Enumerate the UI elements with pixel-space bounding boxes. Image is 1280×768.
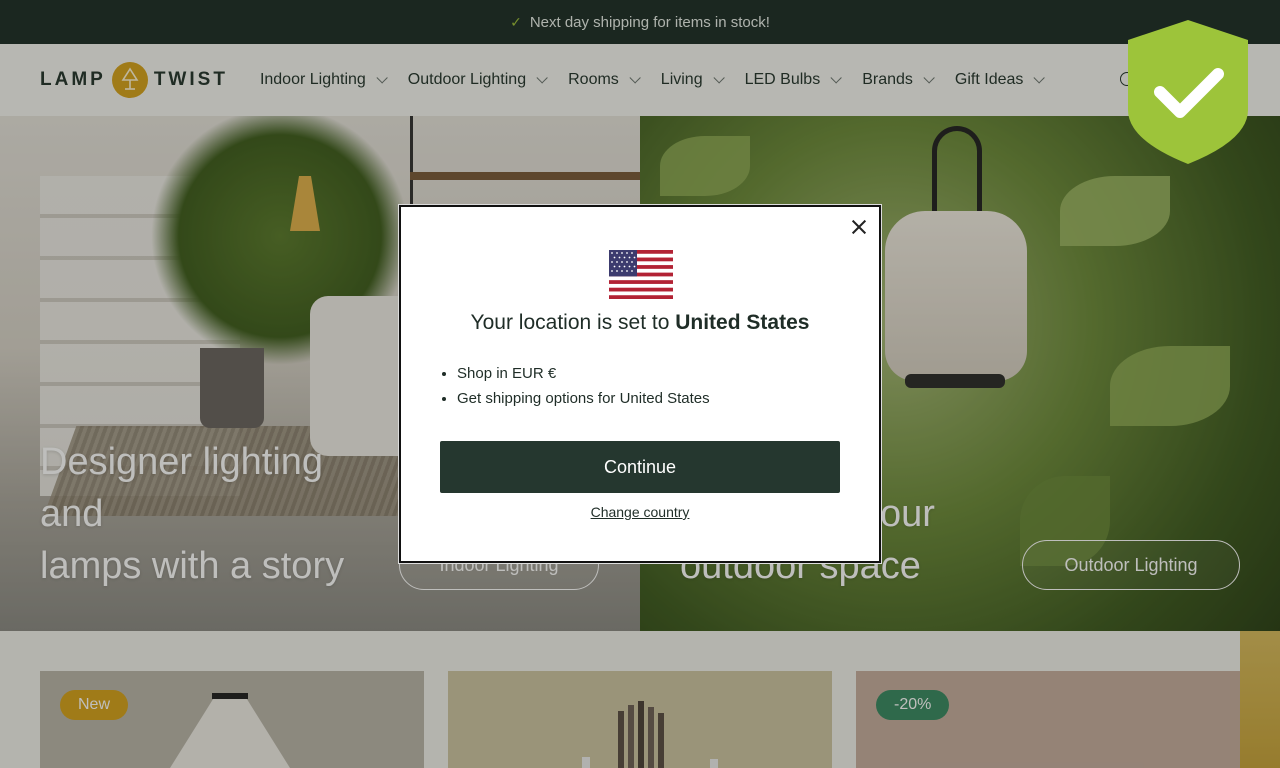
shield-check-icon	[1128, 20, 1248, 164]
modal-title: Your location is set to United States	[401, 311, 879, 335]
modal-title-prefix: Your location is set to	[470, 311, 670, 334]
list-item: Get shipping options for United States	[457, 390, 710, 407]
modal-country: United States	[675, 311, 810, 334]
list-item: Shop in EUR €	[457, 365, 710, 382]
continue-button[interactable]: Continue	[440, 441, 840, 493]
location-modal: Your location is set to United States Sh…	[398, 204, 882, 564]
us-flag-icon	[609, 250, 673, 299]
change-country-link[interactable]: Change country	[401, 504, 879, 520]
modal-bullet-list: Shop in EUR € Get shipping options for U…	[457, 365, 710, 415]
close-icon[interactable]	[849, 217, 869, 237]
